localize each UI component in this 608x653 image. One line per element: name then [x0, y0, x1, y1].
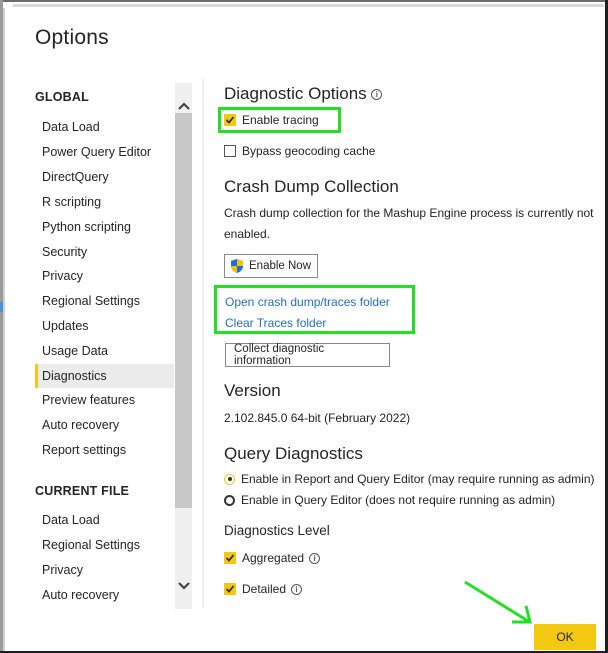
- sidebar-scrollbar-thumb[interactable]: [175, 98, 192, 508]
- crash-dump-description-line1: Crash dump collection for the Mashup Eng…: [224, 206, 594, 220]
- radio-selected[interactable]: [224, 473, 235, 485]
- window-frame-top: [0, 0, 608, 2]
- nav-section-current-file: CURRENT FILE: [35, 484, 130, 498]
- background-accent: [0, 302, 3, 312]
- uac-shield-icon: [231, 259, 243, 273]
- sidebar-item-privacy[interactable]: Privacy: [35, 264, 174, 288]
- dialog-title: Options: [35, 26, 109, 49]
- sidebar-item-regional-settings[interactable]: Regional Settings: [35, 289, 174, 313]
- detailed-label: Detailed: [242, 582, 287, 596]
- sidebar-item-report-settings[interactable]: Report settings: [35, 438, 174, 462]
- crash-dump-heading: Crash Dump Collection: [224, 177, 399, 196]
- info-icon[interactable]: i: [291, 583, 303, 595]
- aggregated-checkbox[interactable]: Aggregated i: [224, 551, 321, 565]
- sidebar-item-updates[interactable]: Updates: [35, 314, 174, 338]
- diagnostic-options-heading-text: Diagnostic Options: [224, 84, 367, 103]
- version-value: 2.102.845.0 64-bit (February 2022): [224, 411, 411, 425]
- detailed-checkbox[interactable]: Detailed i: [224, 582, 303, 596]
- sidebar-item-preview-features[interactable]: Preview features: [35, 388, 174, 412]
- aggregated-label: Aggregated: [242, 551, 305, 565]
- checkmark-icon: [225, 585, 235, 593]
- dialog-left-edge: [3, 8, 5, 653]
- bypass-geocoding-checkbox[interactable]: Bypass geocoding cache: [224, 144, 375, 158]
- version-heading: Version: [224, 381, 281, 400]
- highlight-box-enable-tracing: [218, 107, 341, 133]
- sidebar-item-data-load[interactable]: Data Load: [35, 115, 174, 139]
- radio-query-editor-only[interactable]: Enable in Query Editor (does not require…: [224, 493, 555, 507]
- info-icon[interactable]: i: [309, 552, 321, 564]
- nav-section-global: GLOBAL: [35, 90, 89, 104]
- sidebar-item-file-privacy[interactable]: Privacy: [35, 558, 174, 582]
- radio-report-and-query-editor-label: Enable in Report and Query Editor (may r…: [241, 472, 595, 486]
- chevron-down-icon: [177, 581, 190, 590]
- annotation-arrow-icon: [464, 580, 532, 624]
- chevron-up-icon: [177, 101, 190, 110]
- sidebar-item-file-auto-recovery[interactable]: Auto recovery: [35, 583, 174, 607]
- diagnostic-options-heading: Diagnostic Options i: [224, 84, 383, 104]
- enable-now-button[interactable]: Enable Now: [224, 254, 319, 278]
- ok-button[interactable]: OK: [534, 624, 596, 650]
- sidebar-item-diagnostics[interactable]: Diagnostics: [35, 364, 174, 388]
- highlight-box-folder-links: [214, 285, 415, 334]
- checkmark-icon: [225, 554, 235, 562]
- scroll-down-button[interactable]: [175, 578, 192, 593]
- checkbox-checked[interactable]: [224, 583, 236, 595]
- radio-query-editor-only-label: Enable in Query Editor (does not require…: [241, 493, 556, 507]
- scroll-up-button-bg[interactable]: [175, 98, 192, 113]
- sidebar-item-r-scripting[interactable]: R scripting: [35, 190, 174, 214]
- query-diagnostics-heading: Query Diagnostics: [224, 444, 363, 463]
- radio-report-and-query-editor[interactable]: Enable in Report and Query Editor (may r…: [224, 472, 595, 486]
- sidebar-item-file-data-load[interactable]: Data Load: [35, 508, 174, 532]
- sidebar-item-security[interactable]: Security: [35, 240, 174, 264]
- collect-diagnostic-information-button[interactable]: Collect diagnostic information: [225, 343, 390, 367]
- dialog-top-edge: [12, 4, 604, 7]
- sidebar-item-directquery[interactable]: DirectQuery: [35, 165, 174, 189]
- pane-divider: [202, 78, 204, 608]
- checkbox-unchecked[interactable]: [224, 145, 236, 157]
- enable-now-label: Enable Now: [249, 260, 312, 272]
- sidebar-item-auto-recovery[interactable]: Auto recovery: [35, 413, 174, 437]
- checkbox-checked[interactable]: [224, 552, 236, 564]
- sidebar-item-power-query-editor[interactable]: Power Query Editor: [35, 140, 174, 164]
- sidebar-item-usage-data[interactable]: Usage Data: [35, 339, 174, 363]
- bypass-geocoding-label: Bypass geocoding cache: [242, 144, 376, 158]
- info-icon[interactable]: i: [371, 89, 383, 101]
- sidebar-item-file-regional-settings[interactable]: Regional Settings: [35, 533, 174, 557]
- radio-unselected[interactable]: [224, 494, 235, 506]
- sidebar-item-python-scripting[interactable]: Python scripting: [35, 215, 174, 239]
- diagnostics-level-heading: Diagnostics Level: [224, 523, 330, 538]
- crash-dump-description-line2: enabled.: [224, 227, 271, 241]
